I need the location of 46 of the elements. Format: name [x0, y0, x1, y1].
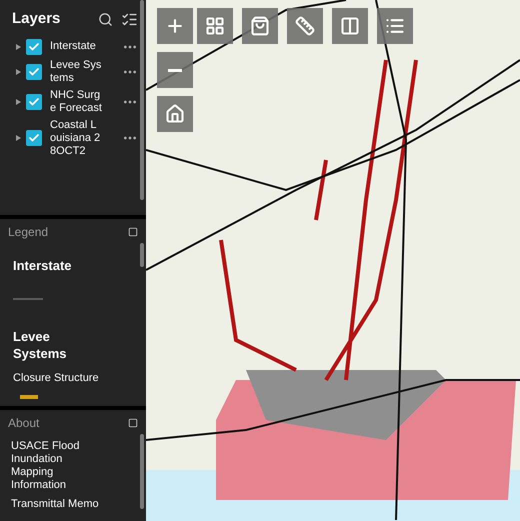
scrollbar[interactable]: [140, 434, 144, 509]
layer-name: Levee Systems: [50, 58, 102, 84]
check-icon: [28, 66, 40, 78]
zoom-out-button[interactable]: [157, 52, 193, 88]
search-icon[interactable]: [98, 12, 113, 27]
about-text: Transmittal Memo: [11, 498, 100, 511]
layer-checkbox[interactable]: [26, 94, 42, 110]
basemap-button[interactable]: [197, 8, 233, 44]
home-button[interactable]: [157, 96, 193, 132]
zoom-in-button[interactable]: [157, 8, 193, 44]
about-text: USACE Flood Inundation Mapping Information: [11, 440, 80, 492]
panel-title: Legend: [8, 224, 48, 241]
add-data-icon: [250, 16, 270, 36]
caret-icon[interactable]: [16, 98, 21, 104]
split-view-button[interactable]: [332, 8, 368, 44]
check-icon: [28, 96, 40, 108]
caret-icon[interactable]: [16, 68, 21, 74]
layer-name: Coastal Louisiana 28OCT2: [50, 118, 102, 158]
caret-icon[interactable]: [16, 44, 21, 50]
list-button[interactable]: [377, 8, 413, 44]
layer-checkbox[interactable]: [26, 64, 42, 80]
layer-checkbox[interactable]: [26, 130, 42, 146]
panel-title: About: [8, 415, 40, 432]
ruler-button[interactable]: [287, 8, 323, 44]
list-icon: [385, 16, 405, 36]
ruler-icon: [295, 16, 315, 36]
scrollbar[interactable]: [140, 0, 144, 200]
minus-icon: [168, 68, 182, 72]
maximize-icon[interactable]: [128, 227, 138, 237]
panel-title: Layers: [12, 9, 60, 29]
layer-checkbox[interactable]: [26, 38, 42, 54]
maximize-icon[interactable]: [128, 418, 138, 428]
zoom-in-icon: [165, 16, 185, 36]
split-view-icon: [340, 16, 360, 36]
check-icon: [28, 132, 40, 144]
home-icon: [165, 104, 185, 124]
basemap-icon: [205, 16, 225, 36]
add-data-button[interactable]: [242, 8, 278, 44]
legend-label: Closure Structure: [13, 371, 100, 386]
check-icon: [28, 40, 40, 52]
legend-heading: Levee Systems: [13, 328, 68, 362]
layer-name: NHC Surge Forecast: [50, 88, 102, 114]
caret-icon[interactable]: [16, 135, 21, 141]
legend-heading: Interstate: [13, 257, 73, 274]
scrollbar[interactable]: [140, 243, 144, 267]
layer-name: Interstate: [50, 40, 97, 53]
